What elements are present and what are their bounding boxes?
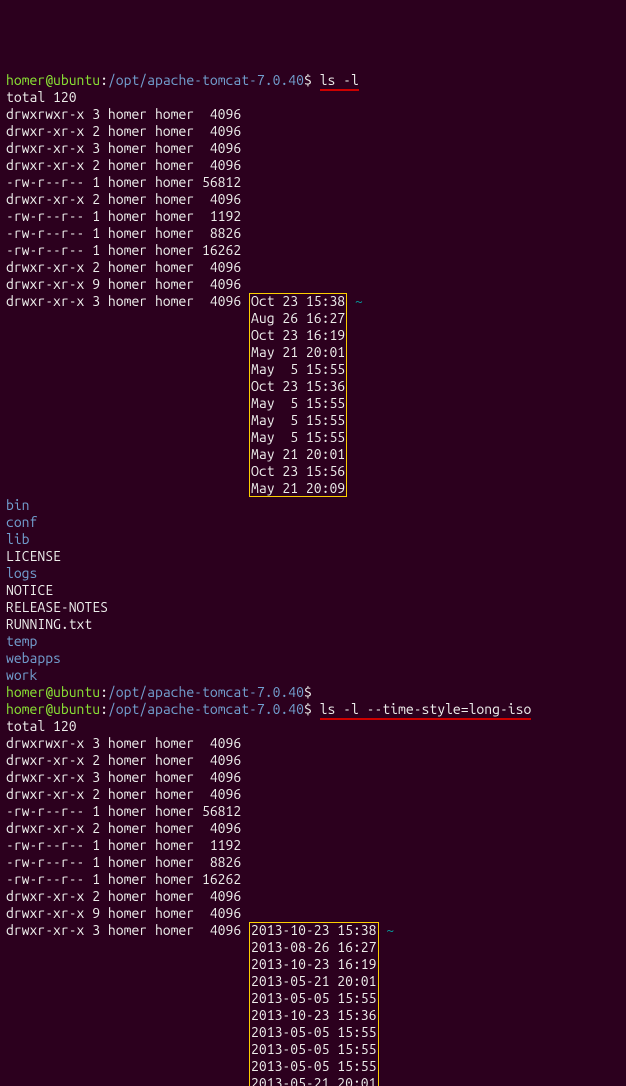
perm-col-2: drwxrwxr-x 3 homer homer 4096 drwxr-xr-x… — [6, 735, 241, 938]
perm-col-1: drwxrwxr-x 3 homer homer 4096 drwxr-xr-x… — [6, 106, 241, 309]
file-name: LICENSE — [6, 548, 61, 564]
prompt-line-2[interactable]: homer@ubuntu:/opt/apache-tomcat-7.0.40$ — [6, 684, 312, 700]
file-name: temp — [6, 633, 37, 649]
file-name: bin — [6, 497, 30, 513]
command-1: ls -l — [320, 72, 359, 91]
total-line-1: total 120 — [6, 89, 77, 105]
date-col-2: 2013-10-23 15:38 2013-08-26 16:27 2013-1… — [249, 922, 378, 1086]
terminal-output: homer@ubuntu:/opt/apache-tomcat-7.0.40$ … — [6, 72, 620, 1086]
date-col-1: Oct 23 15:38 Aug 26 16:27 Oct 23 16:19 M… — [249, 293, 347, 497]
prompt-userhost: homer@ubuntu — [6, 72, 100, 88]
file-name: lib — [6, 531, 30, 547]
file-name: work — [6, 667, 37, 683]
file-name: ~ — [355, 293, 363, 309]
prompt-line-3[interactable]: homer@ubuntu:/opt/apache-tomcat-7.0.40$ … — [6, 701, 531, 720]
file-name: webapps — [6, 650, 61, 666]
prompt-path: /opt/apache-tomcat-7.0.40 — [108, 72, 304, 88]
file-name: ~ — [386, 922, 394, 938]
total-line-2: total 120 — [6, 718, 77, 734]
file-name: RELEASE-NOTES — [6, 599, 108, 615]
file-name: RUNNING.txt — [6, 616, 92, 632]
file-name: conf — [6, 514, 37, 530]
file-name: logs — [6, 565, 37, 581]
file-name: NOTICE — [6, 582, 53, 598]
command-2: ls -l --time-style=long-iso — [320, 701, 532, 720]
